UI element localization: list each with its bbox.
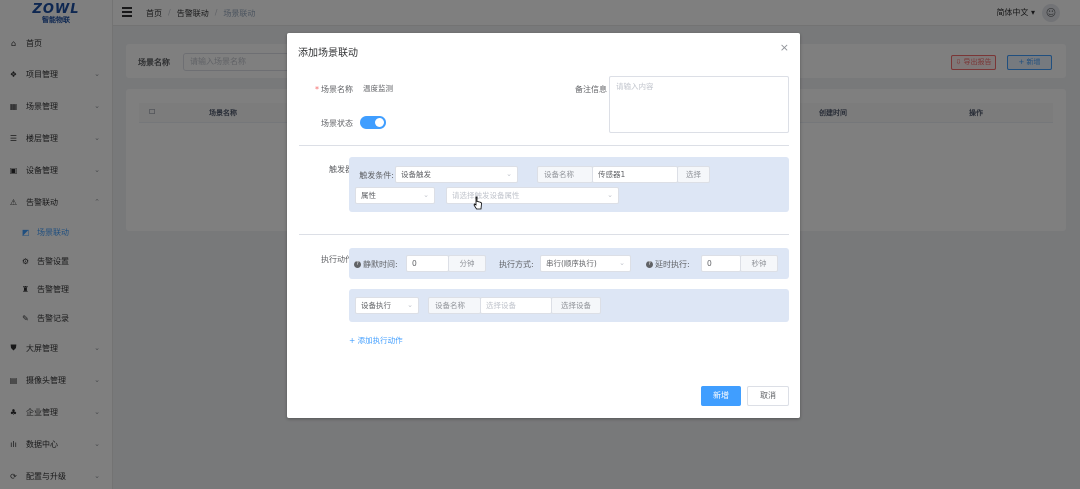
- action-label: 执行动作: [321, 255, 353, 264]
- divider: [299, 234, 789, 235]
- dialog-title: 添加场景联动: [298, 48, 358, 59]
- remark-textarea[interactable]: 请输入内容: [609, 76, 789, 133]
- attribute-value-select[interactable]: 请选择触发设备属性 ⌄: [446, 187, 619, 204]
- app-root: ZOWL 智能物联 ⌂ 首页 ❖ 项目管理 ⌄ ▦ 场景管理 ⌄ ☰ 楼层管理 …: [0, 0, 1080, 489]
- scene-name-input[interactable]: 温度监测: [357, 80, 537, 97]
- trigger-device-input[interactable]: 传感器1: [592, 166, 678, 183]
- device-action-panel: 设备执行 ⌄ 设备名称 选择设备 选择设备: [349, 289, 789, 322]
- silence-time-input[interactable]: 0: [406, 255, 449, 272]
- device-select-button[interactable]: 选择设备: [551, 297, 601, 314]
- add-action-link[interactable]: + 添加执行动作: [349, 335, 403, 346]
- chevron-down-icon: ⌄: [407, 301, 413, 309]
- scene-name-label: * 场景名称: [315, 85, 353, 94]
- question-icon: ?: [354, 261, 361, 268]
- action-settings-panel: ? 静默时间: 0 分钟 执行方式: 串行(顺序执行) ⌄ ? 延时执行: 0 秒钟: [349, 248, 789, 279]
- device-name-label: 设备名称: [428, 297, 481, 314]
- remark-label: 备注信息: [575, 85, 607, 94]
- add-scene-dialog: 添加场景联动 × * 场景名称 温度监测 备注信息 请输入内容 场景状态 触发器 …: [287, 33, 800, 418]
- device-exec-select[interactable]: 设备执行 ⌄: [355, 297, 419, 314]
- trigger-condition-select[interactable]: 设备触发 ⌄: [395, 166, 518, 183]
- trigger-label: 触发器: [329, 165, 353, 174]
- chevron-down-icon: ⌄: [423, 191, 429, 199]
- delay-exec-input[interactable]: 0: [701, 255, 741, 272]
- divider: [299, 145, 789, 146]
- submit-button[interactable]: 新增: [701, 386, 741, 406]
- trigger-panel: 触发条件: 设备触发 ⌄ 设备名称 传感器1 选择 属性 ⌄ 请选择触发设备属性 ⌄: [349, 157, 789, 212]
- chevron-down-icon: ⌄: [506, 170, 512, 178]
- silence-time-unit: 分钟: [448, 255, 486, 272]
- scene-status-switch[interactable]: [360, 116, 386, 129]
- trigger-device-select-button[interactable]: 选择: [677, 166, 710, 183]
- chevron-down-icon: ⌄: [619, 259, 625, 267]
- dialog-body: * 场景名称 温度监测 备注信息 请输入内容 场景状态 触发器 触发条件: 设备触…: [299, 76, 789, 376]
- attribute-select[interactable]: 属性 ⌄: [355, 187, 435, 204]
- trigger-condition-label: 触发条件:: [359, 171, 394, 180]
- silence-time-label: ? 静默时间:: [354, 259, 398, 270]
- question-icon: ?: [646, 261, 653, 268]
- scene-status-label: 场景状态: [321, 119, 353, 128]
- exec-mode-select[interactable]: 串行(顺序执行) ⌄: [540, 255, 631, 272]
- delay-exec-unit: 秒钟: [740, 255, 778, 272]
- chevron-down-icon: ⌄: [607, 191, 613, 199]
- exec-mode-label: 执行方式:: [499, 260, 534, 269]
- cancel-button[interactable]: 取消: [747, 386, 789, 406]
- mouse-cursor-icon: [473, 196, 482, 210]
- delay-exec-label: ? 延时执行:: [646, 259, 690, 270]
- trigger-device-label: 设备名称: [537, 166, 593, 183]
- close-icon[interactable]: ×: [780, 41, 789, 54]
- device-name-input[interactable]: 选择设备: [480, 297, 552, 314]
